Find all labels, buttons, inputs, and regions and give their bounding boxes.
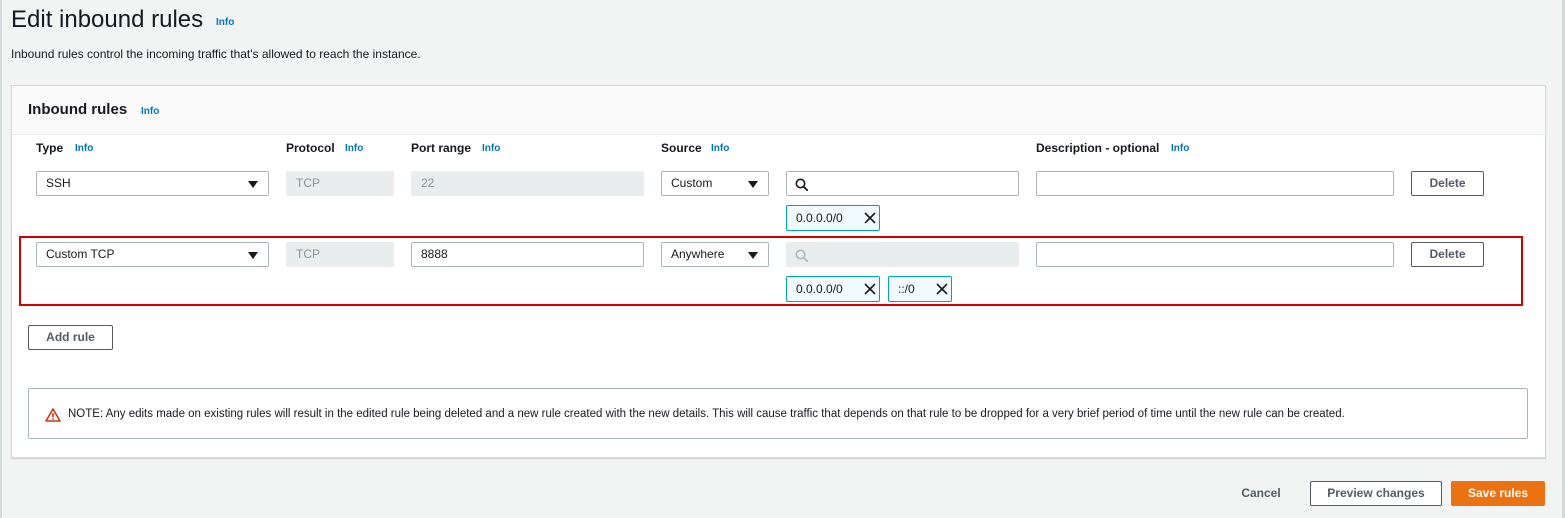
token-label: 0.0.0.0/0 (796, 211, 843, 225)
port-range-info-link[interactable]: Info (482, 143, 500, 154)
note-alert: NOTE: Any edits made on existing rules w… (28, 388, 1528, 439)
rule-1-protocol-field: TCP (286, 171, 394, 196)
rule-2-cidr-search-input (786, 242, 1019, 267)
search-icon (795, 249, 808, 262)
token-label: 0.0.0.0/0 (796, 282, 843, 296)
column-header-description: Description - optional (1036, 141, 1160, 155)
rule-1-type-value: SSH (46, 176, 71, 190)
column-header-port-range: Port range (411, 141, 472, 155)
rule-1-cidr-search-input[interactable] (786, 171, 1019, 196)
rule-2-source-select[interactable]: Anywhere (661, 242, 769, 267)
rule-1-type-select[interactable]: SSH (36, 171, 269, 196)
caret-down-icon (748, 181, 758, 188)
rule-2-source-value: Anywhere (671, 247, 725, 261)
page-title: Edit inbound rules (11, 6, 204, 33)
column-header-protocol: Protocol (286, 141, 335, 155)
save-rules-button[interactable]: Save rules (1451, 481, 1545, 506)
close-icon[interactable] (934, 281, 950, 297)
search-icon (795, 178, 808, 191)
rule-2-type-value: Custom TCP (46, 247, 115, 261)
preview-changes-button[interactable]: Preview changes (1310, 481, 1442, 506)
caret-down-icon (248, 181, 258, 188)
warning-icon (45, 408, 61, 422)
cancel-button[interactable]: Cancel (1236, 486, 1286, 500)
token-label: ::/0 (898, 282, 915, 296)
close-icon[interactable] (862, 210, 878, 226)
type-info-link[interactable]: Info (75, 143, 93, 154)
rule-1-description-input[interactable] (1036, 171, 1394, 196)
rule-2-source-token-ipv4: 0.0.0.0/0 (786, 276, 880, 302)
column-header-type: Type (36, 141, 64, 155)
rule-2-source-token-ipv6: ::/0 (888, 276, 952, 302)
window-border-left (0, 0, 2, 518)
note-text: NOTE: Any edits made on existing rules w… (68, 408, 1345, 420)
protocol-info-link[interactable]: Info (345, 143, 363, 154)
page-description: Inbound rules control the incoming traff… (11, 47, 421, 61)
description-info-link[interactable]: Info (1171, 143, 1189, 154)
source-info-link[interactable]: Info (711, 143, 729, 154)
rule-1-delete-button[interactable]: Delete (1411, 171, 1484, 196)
rule-2-protocol-field: TCP (286, 242, 394, 267)
rule-1-port-range-field: 22 (411, 171, 644, 196)
rule-2-type-select[interactable]: Custom TCP (36, 242, 269, 267)
panel-title-info-link[interactable]: Info (141, 106, 159, 117)
panel-header: Inbound rules Info (12, 86, 1545, 135)
rule-2-delete-button[interactable]: Delete (1411, 242, 1484, 267)
close-icon[interactable] (862, 281, 878, 297)
rule-1-source-token: 0.0.0.0/0 (786, 205, 880, 231)
page-title-info-link[interactable]: Info (216, 17, 234, 28)
rule-2-port-range-input[interactable]: 8888 (411, 242, 644, 267)
add-rule-button[interactable]: Add rule (28, 325, 113, 350)
rule-2-description-input[interactable] (1036, 242, 1394, 267)
panel-title: Inbound rules (28, 101, 128, 118)
column-header-source: Source (661, 141, 702, 155)
rule-1-source-value: Custom (671, 176, 713, 190)
caret-down-icon (748, 252, 758, 259)
rule-1-source-select[interactable]: Custom (661, 171, 769, 196)
caret-down-icon (248, 252, 258, 259)
